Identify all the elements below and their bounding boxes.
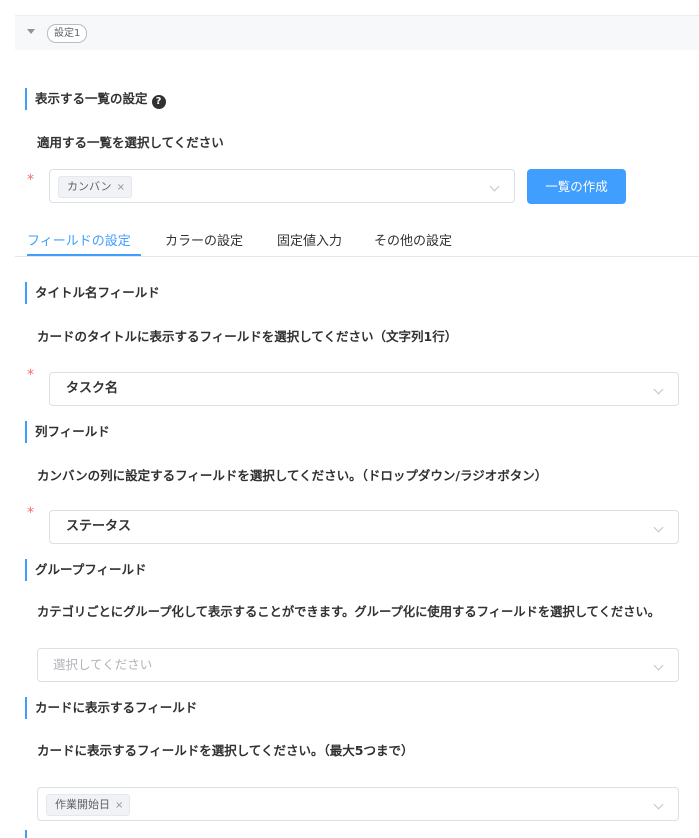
tag-close-icon[interactable]: × xyxy=(117,182,125,193)
next-section-marker xyxy=(25,830,27,838)
selected-field-tag: 作業開始日 × xyxy=(46,794,131,816)
required-mark: * xyxy=(27,367,34,383)
card-fields-heading: カードに表示するフィールド xyxy=(25,697,197,719)
card-fields-description: カードに表示するフィールドを選択してください。（最大5つまで） xyxy=(37,743,414,758)
tab-color-settings[interactable]: カラーの設定 xyxy=(165,230,243,249)
tab-other-settings[interactable]: その他の設定 xyxy=(374,230,452,249)
chevron-down-icon xyxy=(653,799,664,810)
list-settings-description: 適用する一覧を選択してください xyxy=(37,135,224,150)
group-field-select[interactable]: 選択してください xyxy=(37,648,679,682)
column-field-description: カンバンの列に設定するフィールドを選択してください。（ドロップダウン/ラジオボタ… xyxy=(37,468,548,483)
list-settings-title-text: 表示する一覧の設定 xyxy=(35,91,148,106)
column-field-value: ステータス xyxy=(66,519,132,534)
chevron-down-icon xyxy=(653,384,664,395)
list-select[interactable]: カンバン × xyxy=(49,169,515,203)
column-field-select[interactable]: ステータス xyxy=(49,510,679,544)
group-field-description: カテゴリごとにグループ化して表示することができます。グループ化に使用するフィール… xyxy=(37,605,661,619)
selected-field-tag-label: 作業開始日 xyxy=(55,798,110,811)
selected-list-tag-label: カンバン xyxy=(67,180,112,193)
column-field-heading: 列フィールド xyxy=(25,421,110,443)
title-field-value: タスク名 xyxy=(66,381,119,396)
settings-label-pill: 設定1 xyxy=(47,24,88,43)
settings-tabs: フィールドの設定 カラーの設定 固定値入力 その他の設定 xyxy=(15,224,699,257)
tab-field-settings[interactable]: フィールドの設定 xyxy=(27,230,131,249)
help-icon[interactable]: ? xyxy=(151,95,166,109)
settings-collapse-header[interactable]: 設定1 xyxy=(15,15,699,50)
caret-down-icon[interactable] xyxy=(27,29,35,34)
selected-list-tag: カンバン × xyxy=(58,176,132,198)
tab-fixed-value-input[interactable]: 固定値入力 xyxy=(277,230,342,249)
tag-close-icon[interactable]: × xyxy=(115,800,123,811)
group-field-heading: グループフィールド xyxy=(25,559,147,581)
group-field-placeholder: 選択してください xyxy=(53,657,153,672)
create-list-button[interactable]: 一覧の作成 xyxy=(527,169,626,204)
title-field-select[interactable]: タスク名 xyxy=(49,372,679,406)
chevron-down-icon xyxy=(489,181,500,192)
title-field-heading: タイトル名フィールド xyxy=(25,282,160,304)
chevron-down-icon xyxy=(653,522,664,533)
list-settings-title: 表示する一覧の設定? xyxy=(25,88,166,110)
active-tab-indicator xyxy=(27,254,141,256)
card-fields-select[interactable]: 作業開始日 × xyxy=(37,787,679,821)
chevron-down-icon xyxy=(653,660,664,671)
required-mark: * xyxy=(27,505,34,521)
title-field-description: カードのタイトルに表示するフィールドを選択してください（文字列1行） xyxy=(37,329,458,344)
required-mark: * xyxy=(27,172,34,188)
